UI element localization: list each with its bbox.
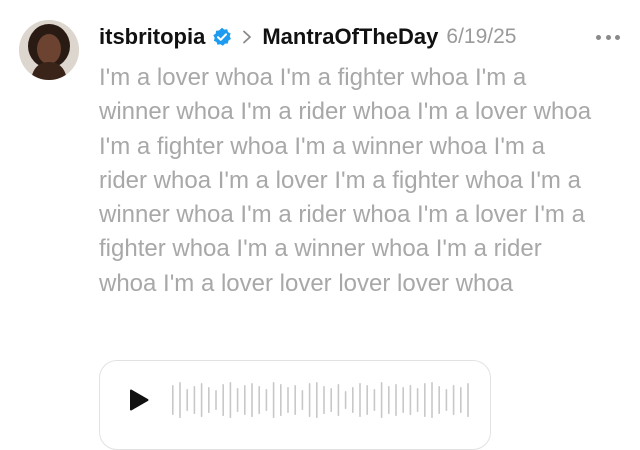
waveform-bar [344,391,347,409]
more-dot [596,34,601,40]
waveform-bar [258,386,260,414]
waveform-bar [352,387,354,413]
waveform-bar [280,384,282,416]
waveform-bar [445,389,448,411]
audio-player [99,360,491,450]
play-icon[interactable] [128,388,150,412]
waveform-bar [215,390,217,410]
chevron-right-icon [241,30,253,44]
waveform-bar [416,388,419,412]
waveform-bar [193,386,196,414]
waveform-bar [460,387,462,413]
waveform-bar [208,387,210,413]
waveform-bar [409,385,412,415]
waveform-bar [236,388,239,412]
community-name[interactable]: MantraOfTheDay [262,24,438,50]
waveform-bar [200,383,203,417]
waveform-bar [244,385,246,415]
waveform-bar [222,384,224,416]
audio-waveform[interactable] [170,379,475,421]
waveform-bar [265,389,268,411]
waveform-bar [373,389,376,411]
post-body: I'm a lover whoa I'm a fighter whoa I'm … [99,64,592,297]
waveform-bar [186,389,188,411]
waveform-bar [366,385,368,415]
waveform-bar [330,388,332,412]
waveform-bar [388,386,390,414]
waveform-bar [402,387,404,413]
waveform-bar [272,382,275,418]
waveform-bar [316,382,318,418]
waveform-bar [179,382,181,418]
more-dot [605,34,611,40]
author-username[interactable]: itsbritopia [99,24,205,50]
avatar[interactable] [19,20,79,80]
more-options-icon[interactable] [596,27,620,47]
waveform-bar [308,383,311,417]
post-header: itsbritopia MantraOfTheDay 6/19/25 [99,20,620,54]
waveform-bar [172,385,174,415]
waveform-bar [294,385,296,415]
waveform-bar [380,382,383,418]
post-date: 6/19/25 [446,25,517,48]
waveform-bar [229,382,232,418]
verified-badge-icon [212,27,232,47]
avatar-image [19,20,79,80]
waveform-bar [452,385,455,415]
waveform-bar [424,383,426,417]
waveform-bar [287,387,289,413]
waveform-bar [431,382,433,418]
waveform-bar [438,386,440,414]
thread-post: itsbritopia MantraOfTheDay 6/19/25 I'm a… [0,0,640,450]
waveform-bar [359,383,361,417]
waveform-bar [301,390,304,410]
waveform-bar [467,383,469,417]
more-dot [615,34,620,40]
waveform-bar [395,384,397,416]
waveform-bar [323,386,325,414]
waveform-bar [251,383,253,417]
waveform-bar [337,384,340,416]
